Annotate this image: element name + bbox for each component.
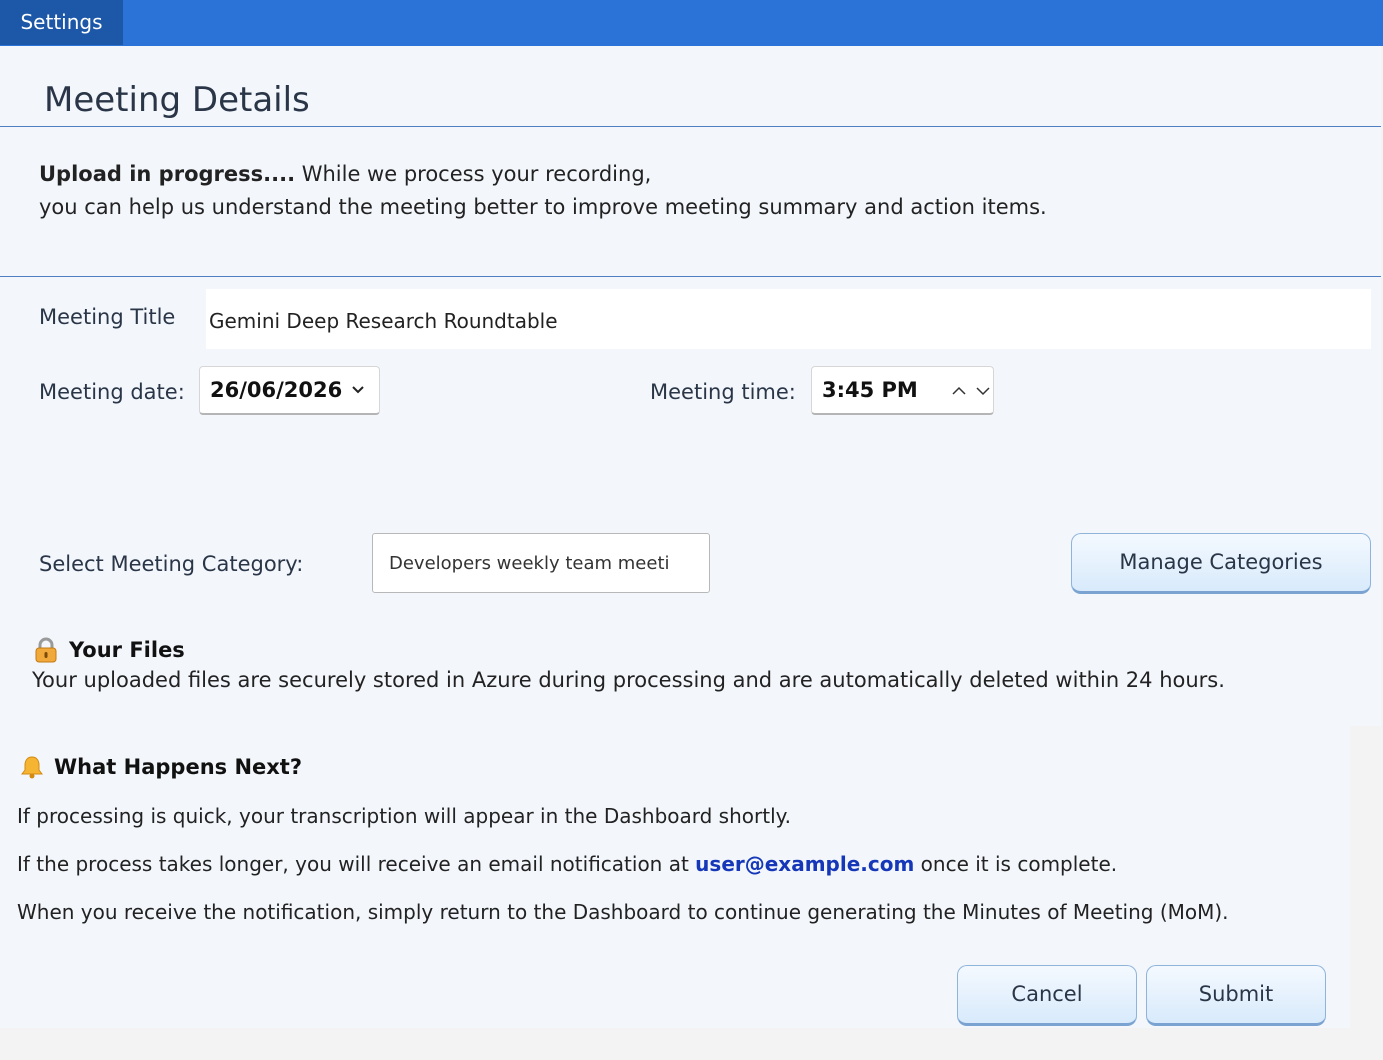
cancel-button[interactable]: Cancel [957,965,1137,1026]
meeting-time-picker[interactable]: 3:45 PM [811,366,994,415]
next-line3: When you receive the notification, simpl… [17,900,1229,924]
next-line2-start: If the process takes longer, you will re… [17,852,696,876]
files-text: Your uploaded files are securely stored … [32,668,1225,692]
bell-icon [21,756,43,779]
meeting-title-input[interactable] [206,289,1371,349]
category-value: Developers weekly team meeting [389,553,671,574]
next-line1: If processing is quick, your transcripti… [17,804,791,828]
submit-button[interactable]: Submit [1146,965,1326,1026]
next-heading: What Happens Next? [54,755,303,779]
upload-line2: you can help us understand the meeting b… [39,195,1047,219]
next-line2-end: once it is complete. [914,852,1118,876]
upload-line1: While we process your recording, [295,162,652,186]
meeting-title-label: Meeting Title [39,305,176,329]
category-label: Select Meeting Category: [39,552,304,576]
files-heading: Your Files [69,638,185,662]
title-divider [0,126,1381,127]
meeting-time-value: 3:45 PM [822,378,918,402]
tab-settings[interactable]: Settings [0,0,123,45]
top-bar [0,0,1383,46]
category-select[interactable]: Developers weekly team meeting [372,533,710,593]
email-link[interactable]: user@example.com [695,852,914,876]
chevron-down-icon[interactable] [350,384,366,396]
upload-message: Upload in progress.... While we process … [39,158,1047,224]
manage-categories-button[interactable]: Manage Categories [1071,533,1371,594]
lock-icon [35,637,57,663]
page-title: Meeting Details [44,80,310,120]
upload-status: Upload in progress.... [39,162,296,186]
meeting-date-label: Meeting date: [39,380,185,404]
meeting-time-label: Meeting time: [650,380,796,404]
chevron-up-icon[interactable] [951,385,967,397]
form-divider [0,276,1381,277]
chevron-down-icon[interactable] [975,385,991,397]
meeting-date-picker[interactable]: 26/06/2026 [199,366,380,415]
meeting-date-value: 26/06/2026 [210,378,343,402]
next-line2: If the process takes longer, you will re… [17,849,1117,879]
